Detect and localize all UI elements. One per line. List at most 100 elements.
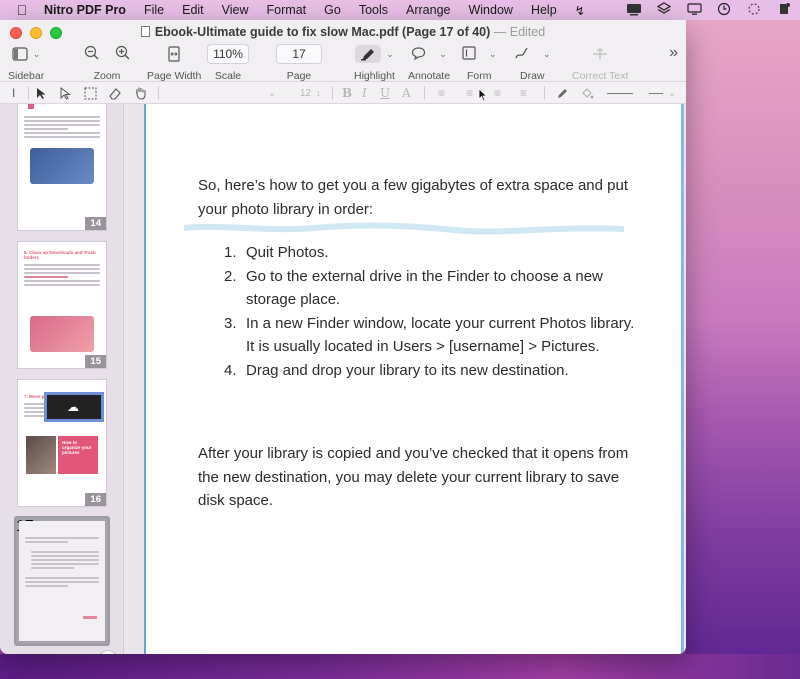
toolbar-overflow-icon[interactable]: » [669,44,678,62]
menu-help[interactable]: Help [531,3,557,17]
scale-input[interactable]: 110% [207,44,249,64]
zoom-control: Zoom [84,44,130,82]
annotate-options-chevron-icon[interactable]: ⌄ [439,49,447,60]
desktop-wallpaper-bottom [0,654,800,679]
menu-tools[interactable]: Tools [359,3,388,17]
highlight-marker-icon[interactable] [355,45,382,63]
bold-icon[interactable]: B [342,85,352,101]
thumb-photo [26,436,56,474]
menu-go[interactable]: Go [324,3,341,17]
text-select-tool-icon[interactable]: I [12,85,15,101]
form-options-chevron-icon[interactable]: ⌄ [489,49,497,60]
arrow-select-tool-icon[interactable] [36,85,47,101]
extensions-icon[interactable] [776,2,792,16]
line-style-chevron-icon[interactable]: ⌄ [668,85,676,101]
eraser-tool-icon[interactable] [108,85,122,101]
fill-color-icon[interactable] [580,85,594,101]
hand-tool-icon[interactable] [134,85,147,101]
paragraph-outro[interactable]: After your library is copied and you’ve … [198,442,638,513]
line-width-selector[interactable] [604,85,636,101]
highlight-squiggle[interactable] [184,222,624,236]
steps-list: 1. Quit Photos. 2. Go to the external driv… [224,241,644,382]
list-number: 4. [224,361,237,379]
zoom-in-icon[interactable] [115,45,130,63]
thumb-video: ☁ [44,392,104,422]
formatting-bar: I ⌄ 12 ↕ B I U A ≡ ≡ ≡ ≡ ⌄ [0,82,686,104]
text-color-icon[interactable]: A [402,85,411,101]
align-left-icon[interactable]: ≡ [438,85,445,101]
scale-control: 110% Scale [207,44,249,82]
document-icon [140,26,150,37]
list-item[interactable]: 4. Drag and drop your library to its new … [224,359,644,383]
marquee-select-tool-icon[interactable] [84,85,97,101]
thumbnail-size-slider-knob[interactable] [99,650,117,654]
display-icon[interactable] [686,2,702,16]
page-thumbnail-17[interactable]: 17 [14,516,110,646]
page-thumbnail-14[interactable]: 14 [18,104,106,230]
highlight-options-chevron-icon[interactable]: ⌄ [386,49,394,60]
divider [544,86,545,100]
sidebar-label: Sidebar [8,70,45,82]
page-thumbnail-15[interactable]: 5. Clean up Downloads and Trash folders … [18,242,106,368]
list-item[interactable]: 2. Go to the external drive in the Finder… [224,265,644,312]
list-item[interactable]: 3. In a new Finder window, locate your cu… [224,312,644,359]
menu-window[interactable]: Window [468,3,512,17]
sidebar-toggle-button[interactable]: ⌄ Sidebar [8,44,44,82]
list-number: 2. [224,267,237,285]
menu-format[interactable]: Format [267,3,307,17]
screen-share-icon[interactable] [626,2,642,16]
draw-pen-icon[interactable] [514,46,530,63]
form-field-icon[interactable] [462,45,476,63]
menu-edit[interactable]: Edit [182,3,204,17]
list-number: 1. [224,244,237,261]
align-justify-icon[interactable]: ≡ [520,85,527,101]
paragraph-intro[interactable]: So, here’s how to get you a few gigabyte… [198,174,638,221]
divider [28,86,29,100]
annotate-tool[interactable]: ⌄ Annotate [408,44,450,82]
align-center-icon[interactable]: ≡ [466,85,473,101]
menu-arrange[interactable]: Arrange [406,3,450,17]
draw-label: Draw [520,70,545,82]
line-style-selector[interactable] [646,85,666,101]
document-canvas: So, here’s how to get you a few gigabyte… [124,104,686,654]
form-label: Form [467,70,492,82]
zoom-out-icon[interactable] [84,45,99,63]
apple-menu-icon[interactable]:  [0,2,44,18]
page-width-button[interactable]: Page Width [147,44,201,82]
chevron-down-icon: ⌄ [32,48,41,59]
list-item-text: Quit Photos. [246,244,329,261]
page-number-input[interactable]: 17 [276,44,322,64]
font-family-chevron-icon[interactable]: ⌄ [268,85,276,101]
page-width-label: Page Width [147,70,202,82]
speech-bubble-icon[interactable] [411,46,426,63]
cloud-upload-icon: ☁ [67,400,79,414]
align-right-icon[interactable]: ≡ [494,85,501,101]
menu-bar:  Nitro PDF Pro File Edit View Format Go… [0,0,800,20]
window-title-text: Ebook-Ultimate guide to fix slow Mac.pdf… [154,25,491,39]
correct-text-tool[interactable]: Correct Text [572,44,628,82]
underline-icon[interactable]: U [380,85,390,101]
menu-view[interactable]: View [222,3,249,17]
bolt-icon[interactable]: ↯ [575,3,585,18]
clock-icon[interactable] [716,2,732,16]
app-window: Ebook-Ultimate guide to fix slow Mac.pdf… [0,20,686,654]
highlight-tool[interactable]: ⌄ Highlight [354,44,395,82]
form-tool[interactable]: ⌄ Form [462,44,497,82]
font-size-stepper-icon[interactable]: ↕ [316,85,321,101]
loading-icon[interactable] [746,2,762,16]
draw-options-chevron-icon[interactable]: ⌄ [543,49,551,60]
italic-icon[interactable]: I [362,85,367,101]
page-thumbnail-16[interactable]: 7. Move photos ☁ How to organize your pi… [18,380,106,506]
annotate-label: Annotate [408,70,451,82]
object-select-tool-icon[interactable] [60,85,71,101]
draw-tool[interactable]: ⌄ Draw [514,44,551,82]
layers-icon[interactable] [656,2,672,16]
list-item[interactable]: 1. Quit Photos. [224,241,644,265]
page-number-badge: 15 [85,355,106,368]
app-menu[interactable]: Nitro PDF Pro [44,3,126,17]
menu-file[interactable]: File [144,3,164,17]
mouse-pointer-icon [478,88,488,102]
stroke-color-icon[interactable] [556,85,569,101]
thumb-card: How to organize your pictures [58,436,98,474]
font-size-value[interactable]: 12 [300,85,311,101]
